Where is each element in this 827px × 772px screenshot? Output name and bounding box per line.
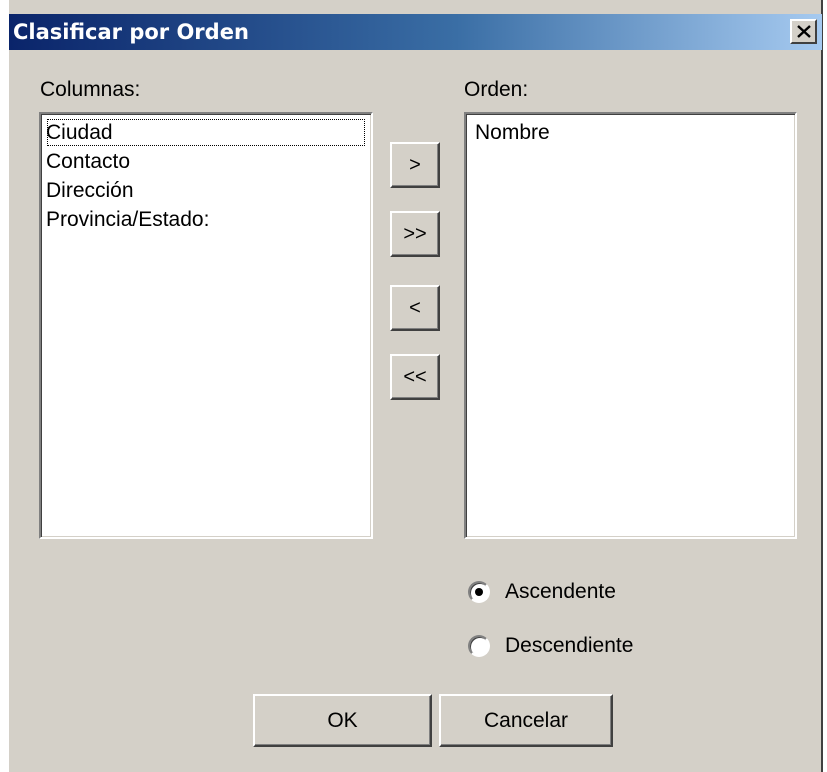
order-listbox[interactable]: Nombre [464,112,797,539]
remove-one-button[interactable]: < [390,285,440,331]
descending-radio[interactable] [468,635,490,657]
remove-all-button[interactable]: << [390,354,440,400]
list-item[interactable]: Nombre [471,118,790,147]
cancel-button[interactable]: Cancelar [439,694,613,747]
radio-selected-dot [475,588,483,596]
dialog-title: Clasificar por Orden [13,20,249,44]
add-all-button[interactable]: >> [390,211,440,257]
descending-label[interactable]: Descendiente [505,632,633,660]
ok-button[interactable]: OK [253,694,432,747]
ascending-label[interactable]: Ascendente [505,578,616,606]
list-item[interactable]: Dirección [46,176,366,205]
sort-order-dialog: Clasificar por Orden Columnas: Ciudad Co… [8,0,823,772]
ascending-radio[interactable] [468,581,490,603]
list-item[interactable]: Contacto [46,147,366,176]
close-icon [797,25,811,38]
list-item[interactable]: Provincia/Estado: [46,205,366,234]
title-bar: Clasificar por Orden [9,14,822,50]
order-label: Orden: [464,78,529,101]
columns-label: Columnas: [40,78,141,101]
list-item[interactable]: Ciudad [46,118,366,147]
add-one-button[interactable]: > [390,142,440,188]
close-button[interactable] [790,19,817,44]
columns-listbox[interactable]: Ciudad Contacto Dirección Provincia/Esta… [39,112,373,539]
